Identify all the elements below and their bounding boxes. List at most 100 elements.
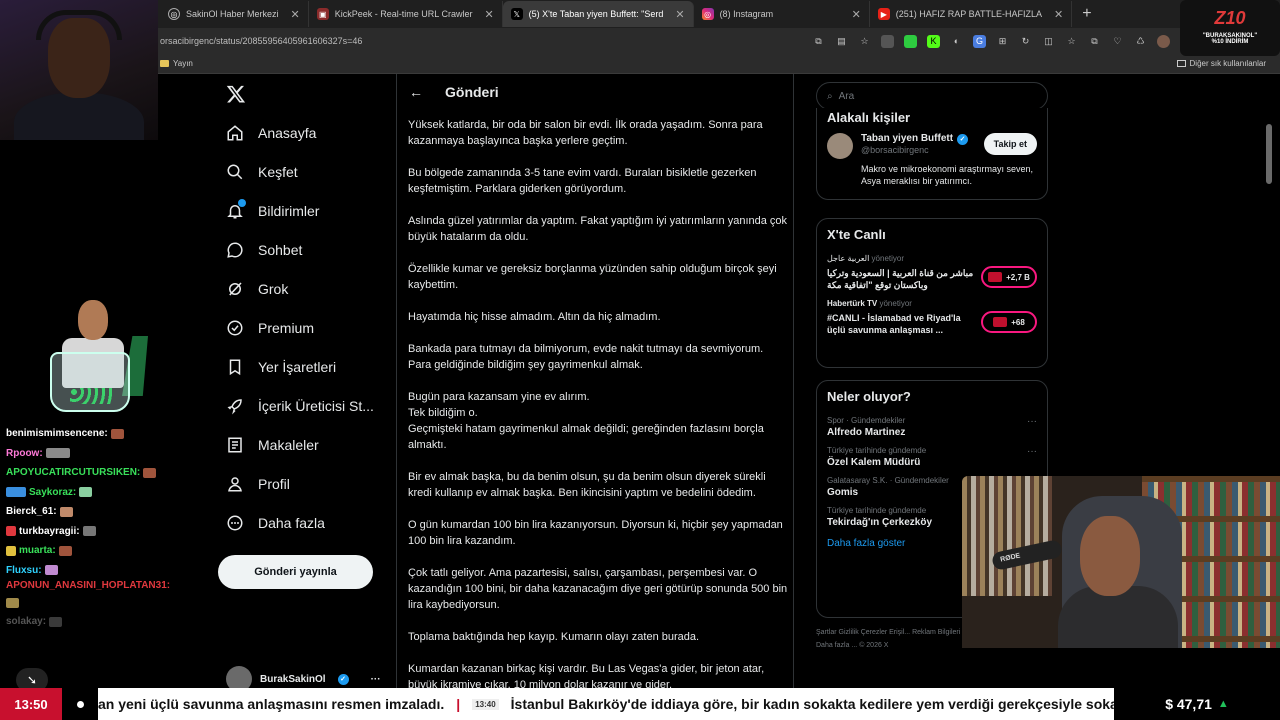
nav-item-premium[interactable]: Premium	[226, 319, 314, 337]
ticker-separator: |	[456, 696, 461, 712]
url-field[interactable]: orsacibirgenc/status/2085595640596160632…	[160, 36, 812, 46]
verified-icon: ✓	[957, 134, 969, 145]
nav-item-grok[interactable]: Grok	[226, 280, 288, 298]
chat-line: solakay:	[6, 612, 156, 632]
live-count-pill: +2,7 B	[981, 266, 1037, 288]
nav-label: Bildirimler	[258, 203, 320, 219]
scrollbar[interactable]	[1266, 124, 1272, 184]
chat-line: Fluxsu:	[6, 561, 156, 581]
nav-item-chat[interactable]: Sohbet	[226, 241, 302, 259]
live-item[interactable]: العربية عاجل yönetiyor مباشر من قناة الع…	[817, 250, 1047, 295]
news-ticker: 13:50 an yeni üçlü savunma anlaşmasını r…	[0, 688, 1280, 720]
browser-tab[interactable]: ◎ SakinOl Haber Merkezi ✕	[160, 1, 309, 27]
emote-icon	[110, 428, 124, 439]
close-icon[interactable]: ✕	[675, 8, 684, 21]
person-name: Taban yiyen Buffett	[861, 133, 954, 144]
nav-item-creator-studio[interactable]: İçerik Üreticisi St...	[226, 397, 374, 415]
browser-tab[interactable]: ◎ (8) Instagram ✕	[694, 1, 870, 27]
more-dots-icon[interactable]: ···	[1027, 416, 1037, 427]
nav-item-profile[interactable]: Profil	[226, 475, 290, 493]
trend-item[interactable]: Türkiye tarihinde gündemde Özel Kalem Müd…	[817, 442, 1047, 472]
nav-item-home[interactable]: Anasayfa	[226, 124, 316, 142]
star-icon[interactable]: ☆	[858, 35, 871, 48]
ticker-timestamp: 13:40	[472, 698, 499, 710]
screen-cast-icon[interactable]: ⧉	[812, 35, 825, 48]
other-bookmarks[interactable]: Diğer sık kullanılanlar	[1176, 59, 1266, 68]
nav-item-more[interactable]: Daha fazla	[226, 514, 325, 532]
close-icon[interactable]: ✕	[852, 8, 861, 21]
nav-item-explore[interactable]: Keşfet	[226, 163, 298, 181]
emote-icon	[59, 506, 73, 517]
post-button[interactable]: Gönderi yayınla	[218, 555, 373, 589]
ext-translate-icon[interactable]: G	[973, 34, 986, 48]
badge-icon	[6, 545, 16, 556]
nav-label: Premium	[258, 320, 315, 336]
trend-category: Türkiye tarihinde gündemde	[827, 446, 927, 455]
avatar[interactable]	[1157, 34, 1170, 48]
nav-label: Keşfet	[258, 164, 298, 180]
split-view-icon[interactable]: ◫	[1042, 35, 1055, 48]
refresh-icon[interactable]: ↻	[1019, 35, 1032, 48]
live-thumb-icon	[988, 272, 1003, 282]
browser-tabbar: ◎ SakinOl Haber Merkezi ✕ ▣ KickPeek - Real…	[0, 0, 1280, 28]
post-paragraph: Özellikle kumar ve gereksiz borçlanma yü…	[408, 263, 777, 291]
follow-button[interactable]: Takip et	[983, 133, 1037, 155]
instagram-icon: ◎	[701, 8, 714, 20]
ticker-headlines: an yeni üçlü savunma anlaşmasını resmen …	[98, 696, 1114, 712]
live-thumb-icon	[993, 317, 1008, 327]
live-title: #CANLI - İslamabad ve Riyad'la üçlü savu…	[827, 313, 961, 335]
related-person[interactable]: Taban yiyen Buffett ✓ @borsacibirgenc Tak…	[817, 133, 1047, 159]
ticker-headline: an yeni üçlü savunma anlaşmasını resmen …	[98, 696, 445, 712]
nav-label: Anasayfa	[258, 125, 317, 141]
nav-label: Daha fazla	[258, 515, 325, 531]
browser-tab[interactable]: ▣ KickPeek - Real-time URL Crawler ✕	[309, 1, 503, 27]
person-handle: @borsacibirgenc	[861, 145, 929, 155]
trend-item[interactable]: Spor · Gündemdekiler Alfredo Martinez ···	[817, 412, 1047, 442]
search-placeholder: Ara	[838, 90, 855, 102]
ext-icon[interactable]	[881, 34, 894, 48]
bookmark-item[interactable]: Yayın	[160, 59, 193, 68]
emote-icon	[79, 487, 93, 498]
footer-links[interactable]: Şartlar Gizlilik Çerezler Erişil... Rekl…	[816, 626, 976, 652]
post-column: ← Gönderi Yüksek katlarda, bir oda bir s…	[396, 74, 794, 688]
webcam-person-body	[14, 92, 144, 140]
x-logo-icon[interactable]	[226, 84, 246, 104]
close-icon[interactable]: ✕	[1054, 8, 1063, 21]
sponsor-logo: Z10	[1214, 8, 1246, 28]
search-icon: ⌕	[827, 90, 833, 102]
overlay-mascot	[30, 300, 150, 420]
reader-icon[interactable]: ▤	[835, 35, 848, 48]
new-tab-button[interactable]: +	[1072, 5, 1101, 23]
trend-category: Spor · Gündemdekiler	[827, 416, 906, 425]
more-dots-icon[interactable]: ···	[1027, 446, 1037, 457]
browser-essentials-icon[interactable]: ♺	[1134, 35, 1147, 48]
close-icon[interactable]: ✕	[291, 8, 300, 21]
ext-green-icon[interactable]	[904, 34, 917, 48]
chat-user: muarta:	[19, 545, 56, 557]
close-icon[interactable]: ✕	[484, 8, 493, 21]
ext-icon[interactable]: ◐	[950, 35, 963, 48]
bookshelf-left	[962, 476, 1052, 596]
chat-user: Bierck_61:	[6, 506, 57, 518]
jar-contents	[70, 388, 114, 404]
card-title: Alakalı kişiler	[827, 110, 911, 125]
ext-kick-icon[interactable]: K	[927, 34, 940, 48]
search-input[interactable]: ⌕ Ara	[816, 82, 1048, 110]
live-item[interactable]: Habertürk TV yönetiyor #CANLI - İslamaba…	[817, 295, 1047, 340]
other-bookmarks-label: Diğer sık kullanılanlar	[1189, 59, 1266, 68]
collections-icon[interactable]: ⧉	[1088, 35, 1101, 48]
nav-item-bookmarks[interactable]: Yer İşaretleri	[226, 358, 336, 376]
search-icon	[227, 164, 243, 180]
chat-icon	[227, 242, 243, 258]
favorites-icon[interactable]: ☆	[1065, 35, 1078, 48]
more-dots-icon[interactable]: ···	[371, 674, 381, 685]
heart-icon[interactable]: ♡	[1111, 35, 1124, 48]
nav-item-articles[interactable]: Makaleler	[226, 436, 319, 454]
badge-icon	[6, 487, 26, 498]
page-title: Gönderi	[445, 84, 499, 100]
ext-puzzle-icon[interactable]: ⊞	[996, 35, 1009, 48]
back-arrow-icon[interactable]: ←	[409, 84, 423, 100]
browser-tab[interactable]: ▶ (251) HAFIZ RAP BATTLE-HAFIZLA ✕	[870, 1, 1073, 27]
usd-rate: $ 47,71	[1165, 696, 1212, 712]
browser-tab-active[interactable]: 𝕏 (5) X'te Taban yiyen Buffett: "Serd ✕	[502, 1, 694, 27]
